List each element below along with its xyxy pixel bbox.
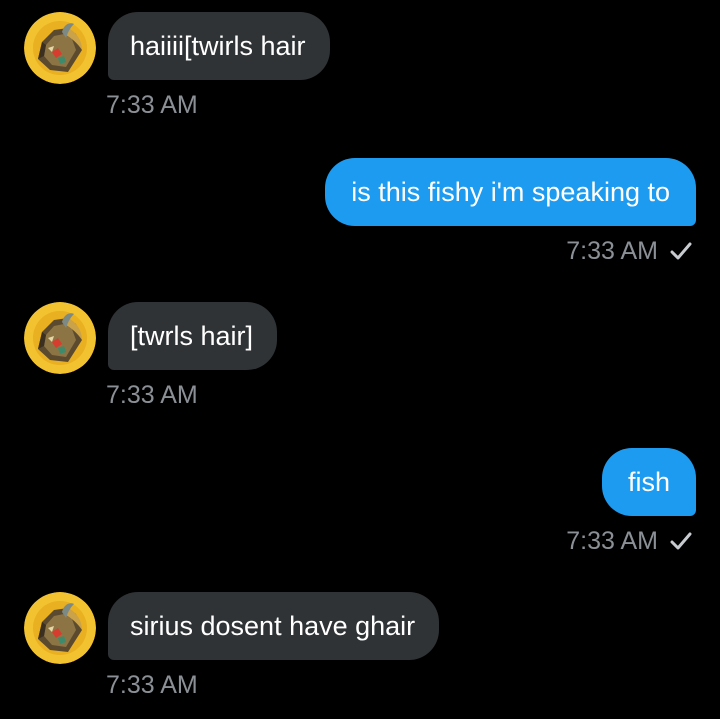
message-bubble[interactable]: [twrls hair]	[108, 302, 278, 370]
sent-check-icon	[668, 239, 694, 263]
contact-avatar-icon[interactable]	[24, 12, 96, 84]
message-bubble[interactable]: haiiii[twirls hair	[108, 12, 330, 80]
contact-avatar-icon[interactable]	[24, 592, 96, 664]
message-meta: 7:33 AM	[566, 526, 694, 556]
sent-check-icon	[668, 529, 694, 553]
message-meta: 7:33 AM	[566, 236, 694, 266]
message-bubble[interactable]: sirius dosent have ghair	[108, 592, 440, 660]
message-bubble[interactable]: is this fishy i'm speaking to	[325, 158, 696, 226]
message-thread: haiiii[twirls hair 7:33 AM is this fishy…	[0, 0, 720, 719]
message-timestamp: 7:33 AM	[106, 91, 198, 119]
message-timestamp: 7:33 AM	[106, 671, 198, 699]
contact-avatar-icon[interactable]	[24, 302, 96, 374]
message-timestamp: 7:33 AM	[566, 527, 658, 555]
message-timestamp: 7:33 AM	[106, 381, 198, 409]
message-timestamp: 7:33 AM	[566, 237, 658, 265]
message-bubble[interactable]: fish	[601, 448, 696, 516]
